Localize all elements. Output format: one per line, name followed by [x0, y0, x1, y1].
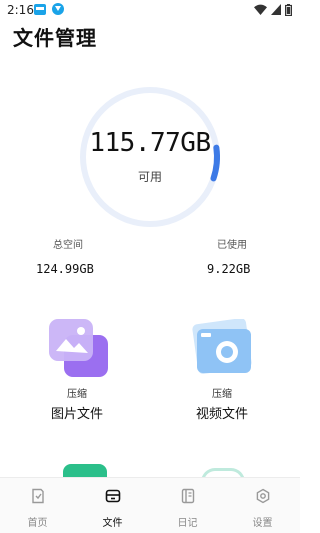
- partial-tile-icon-green[interactable]: [63, 464, 107, 478]
- app-notification-icon: [34, 4, 46, 15]
- storage-ring: 115.77GB 可用: [77, 84, 223, 230]
- home-doc-icon: [30, 488, 46, 504]
- nav-item-settings[interactable]: 设置: [225, 478, 300, 533]
- page-title: 文件管理: [13, 26, 97, 50]
- video-files-title: 视频文件: [195, 407, 248, 422]
- bottom-navigation: 首页 文件 日记 设置: [0, 477, 300, 533]
- nav-label-files: 文件: [102, 518, 123, 529]
- total-space-label: 总空间: [53, 240, 83, 251]
- cell-signal-icon: [271, 4, 281, 15]
- nav-label-home: 首页: [27, 518, 48, 529]
- nav-item-diary[interactable]: 日记: [150, 478, 225, 533]
- notebook-icon: [180, 488, 196, 504]
- video-files-subtitle: 压缩: [212, 389, 232, 400]
- camera-photo-icon: [189, 318, 255, 381]
- folder-icon: [105, 488, 121, 504]
- image-gallery-icon: [46, 315, 110, 383]
- battery-icon: [285, 3, 292, 16]
- used-space-label: 已使用: [217, 240, 247, 251]
- available-storage-label: 可用: [137, 170, 162, 184]
- available-storage-value: 115.77GB: [89, 128, 211, 158]
- total-space-value: 124.99GB: [36, 262, 94, 276]
- status-bar: 2:16: [0, 0, 300, 20]
- nav-item-home[interactable]: 首页: [0, 478, 75, 533]
- image-files-title: 图片文件: [50, 407, 103, 422]
- video-files-tile[interactable]: 压缩 视频文件: [167, 315, 277, 425]
- used-space-value: 9.22GB: [207, 262, 251, 276]
- image-files-tile[interactable]: 压缩 图片文件: [22, 315, 132, 425]
- nav-label-settings: 设置: [252, 518, 273, 529]
- image-files-subtitle: 压缩: [67, 389, 87, 400]
- wifi-icon: [254, 4, 267, 15]
- download-notification-icon: [52, 3, 64, 15]
- gear-icon: [255, 488, 271, 504]
- nav-item-files[interactable]: 文件: [75, 478, 150, 533]
- status-time: 2:16: [7, 3, 34, 17]
- nav-label-diary: 日记: [177, 518, 198, 529]
